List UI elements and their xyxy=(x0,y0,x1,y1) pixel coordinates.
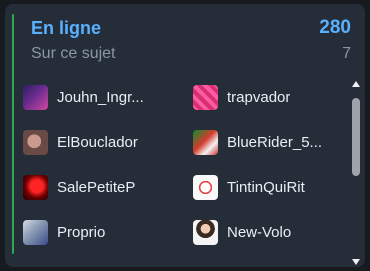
scroll-up-arrow-icon[interactable] xyxy=(352,81,360,87)
online-user-name[interactable]: Jouhn_Ingr... xyxy=(57,89,144,106)
online-user-salepetitep[interactable]: SalePetiteP xyxy=(23,165,193,210)
red-white-avatar-icon xyxy=(193,175,218,200)
topic-user-count: 7 xyxy=(342,45,351,62)
online-user-elbouclador[interactable]: ElBouclador xyxy=(23,120,193,165)
online-accent-line xyxy=(12,14,14,254)
online-users-panel: En ligne 280 Sur ce sujet 7 Jouhn_Ingr..… xyxy=(5,4,365,267)
online-user-trapvador[interactable]: trapvador xyxy=(193,75,353,120)
scroll-down-arrow-icon[interactable] xyxy=(352,259,360,265)
topic-header: Sur ce sujet 7 xyxy=(31,45,351,63)
online-user-jouhn-ingr[interactable]: Jouhn_Ingr... xyxy=(23,75,193,120)
online-user-name[interactable]: New-Volo xyxy=(227,224,291,241)
online-user-name[interactable]: trapvador xyxy=(227,89,290,106)
topic-subtitle: Sur ce sujet xyxy=(31,45,116,62)
red-abstract-avatar-icon xyxy=(23,175,48,200)
online-list-scrollbar[interactable] xyxy=(351,81,361,265)
online-user-name[interactable]: BlueRider_5... xyxy=(227,134,322,151)
purple-abstract-avatar-icon xyxy=(23,85,48,110)
online-user-new-volo[interactable]: New-Volo xyxy=(193,210,353,255)
online-user-name[interactable]: SalePetiteP xyxy=(57,179,135,196)
scrollbar-thumb[interactable] xyxy=(352,98,360,176)
photo-avatar-icon xyxy=(23,130,48,155)
online-title: En ligne xyxy=(31,17,102,38)
online-user-list-viewport[interactable]: Jouhn_Ingr... trapvador ElBouclador Blue… xyxy=(23,75,358,261)
online-user-bluerider[interactable]: BlueRider_5... xyxy=(193,120,353,165)
portrait-avatar-icon xyxy=(193,220,218,245)
online-header: En ligne 280 xyxy=(31,17,351,39)
online-user-proprio[interactable]: Proprio xyxy=(23,210,193,255)
online-user-list: Jouhn_Ingr... trapvador ElBouclador Blue… xyxy=(23,75,353,255)
online-user-name[interactable]: Proprio xyxy=(57,224,105,241)
online-user-tintinquirit[interactable]: TintinQuiRit xyxy=(193,165,353,210)
christmas-avatar-icon xyxy=(193,130,218,155)
online-user-name[interactable]: TintinQuiRit xyxy=(227,179,305,196)
character-avatar-icon xyxy=(23,220,48,245)
online-total-count: 280 xyxy=(319,17,351,38)
pink-pattern-avatar-icon xyxy=(193,85,218,110)
online-user-name[interactable]: ElBouclador xyxy=(57,134,138,151)
